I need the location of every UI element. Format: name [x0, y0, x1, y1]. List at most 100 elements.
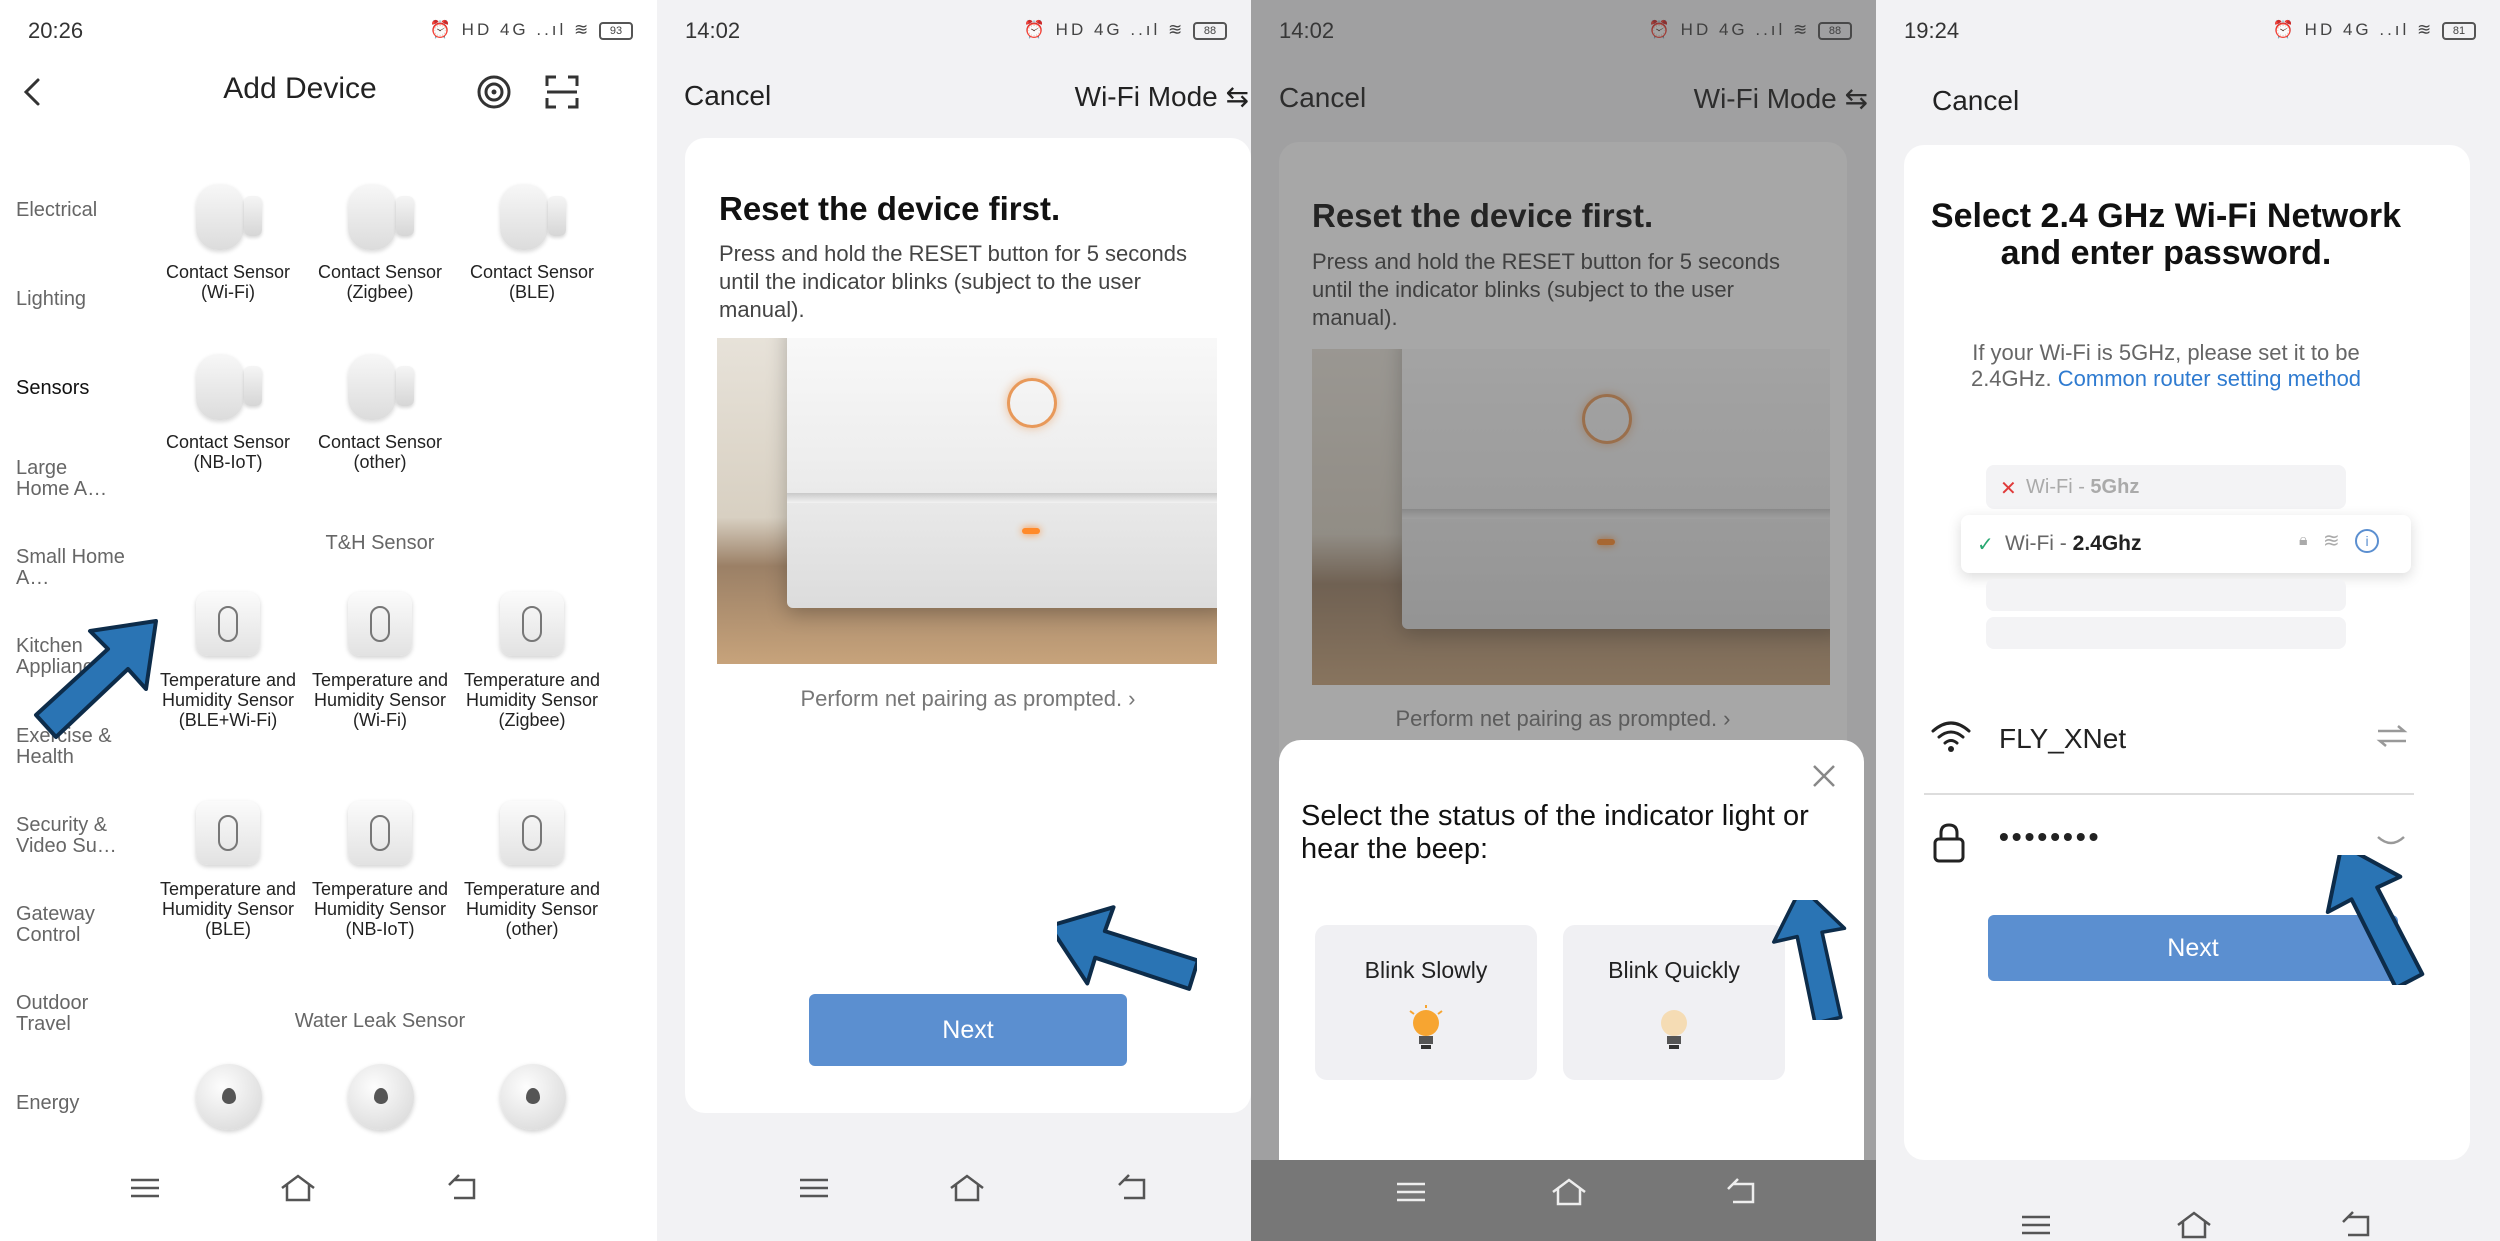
back-nav-icon[interactable] — [442, 1168, 482, 1208]
status-bar: 14:02 ⏰ HD 4G ..ıl ≋ 88 — [657, 0, 1251, 60]
home-icon[interactable] — [2174, 1205, 2214, 1241]
home-icon[interactable] — [278, 1168, 318, 1208]
lock-icon — [1933, 823, 1965, 863]
eye-closed-icon[interactable] — [2376, 833, 2406, 849]
status-icon-text: ⏰ HD 4G ..ıl ≋ — [2272, 20, 2435, 39]
sidebar-item-energy[interactable]: Energy — [16, 1093, 156, 1114]
device-label: Contact Sensor (other) — [317, 432, 443, 472]
card-description: If your Wi-Fi is 5GHz, please set it to … — [1936, 340, 2396, 392]
back-nav-icon[interactable] — [2336, 1205, 2376, 1241]
device-tile[interactable]: Temperature and Humidity Sensor (other) — [462, 797, 602, 939]
device-tile[interactable] — [310, 1060, 450, 1136]
device-tile[interactable]: Temperature and Humidity Sensor (Wi-Fi) — [310, 588, 450, 730]
blink-slowly-option[interactable]: Blink Slowly — [1315, 925, 1537, 1080]
device-label: Temperature and Humidity Sensor (other) — [463, 879, 601, 939]
section-header-water-leak: Water Leak Sensor — [294, 1010, 466, 1032]
menu-icon[interactable] — [125, 1168, 165, 1208]
home-icon[interactable] — [947, 1168, 987, 1208]
sidebar-item-lighting[interactable]: Lighting — [16, 289, 156, 310]
status-bar: 19:24 ⏰ HD 4G ..ıl ≋ 81 — [1876, 0, 2500, 60]
router-setting-link[interactable]: Common router setting method — [2058, 366, 2361, 391]
thermometer-icon — [342, 797, 418, 873]
network-prefix: Wi-Fi - — [2005, 532, 2073, 555]
contact-sensor-icon — [190, 350, 266, 426]
sidebar-item-sensors[interactable]: Sensors — [16, 378, 156, 399]
network-row-24ghz: ✓ Wi-Fi - 2.4Ghz 🔒︎ ≋ i — [1961, 515, 2411, 573]
wifi-ssid-field[interactable]: FLY_XNet — [1924, 705, 2414, 795]
device-label: Temperature and Humidity Sensor (BLE) — [159, 879, 297, 939]
switch-network-icon[interactable] — [2374, 721, 2410, 751]
auto-scan-icon[interactable] — [474, 72, 514, 112]
menu-icon[interactable] — [2016, 1205, 2056, 1241]
cross-icon: ✕ — [2000, 478, 2017, 500]
device-label: Temperature and Humidity Sensor (Zigbee) — [463, 670, 601, 730]
device-tile[interactable]: Temperature and Humidity Sensor (NB-IoT) — [310, 797, 450, 939]
sidebar-item-electrical[interactable]: Electrical — [16, 200, 156, 221]
card-description: Press and hold the RESET button for 5 se… — [719, 241, 1187, 322]
device-label: Temperature and Humidity Sensor (NB-IoT) — [311, 879, 449, 939]
thermometer-icon — [342, 588, 418, 664]
nav-bar — [657, 1150, 1251, 1230]
sidebar-item-security[interactable]: Security & Video Su… — [16, 815, 136, 857]
add-device-screen: 20:26 ⏰ HD 4G ..ıl ≋ 93 Add Device Elect… — [0, 0, 657, 1241]
back-nav-icon[interactable] — [1112, 1168, 1152, 1208]
annotation-arrow-icon — [1771, 900, 1847, 1020]
thermometer-icon — [494, 797, 570, 873]
reset-device-screen: 14:02 ⏰ HD 4G ..ıl ≋ 88 Cancel Wi-Fi Mod… — [657, 0, 1251, 1241]
menu-icon[interactable] — [794, 1168, 834, 1208]
status-time: 19:24 — [1904, 18, 1960, 43]
battery-icon: 88 — [1193, 21, 1227, 40]
nav-bar — [1251, 1160, 1876, 1241]
device-tile[interactable]: Contact Sensor (Wi-Fi) — [158, 180, 298, 302]
status-icon-text: ⏰ HD 4G ..ıl ≋ — [1023, 20, 1186, 39]
device-label: Temperature and Humidity Sensor (Wi-Fi) — [311, 670, 449, 730]
device-tile[interactable]: Temperature and Humidity Sensor (BLE) — [158, 797, 298, 939]
close-icon[interactable] — [1806, 758, 1842, 794]
card-heading: Select 2.4 GHz Wi-Fi Network and enter p… — [1930, 197, 2402, 272]
sidebar-item-gateway[interactable]: Gateway Control — [16, 904, 126, 946]
qr-scan-icon[interactable] — [542, 72, 582, 112]
contact-sensor-icon — [342, 180, 418, 256]
battery-icon: 81 — [2442, 21, 2476, 40]
network-illustration: ✕ Wi-Fi - 5Ghz ✓ Wi-Fi - 2.4Ghz 🔒︎ ≋ i — [1961, 465, 2411, 665]
lock-icon: 🔒︎ — [2299, 532, 2308, 549]
battery-icon: 93 — [599, 21, 633, 40]
menu-icon[interactable] — [1391, 1172, 1431, 1212]
info-icon: i — [2355, 529, 2379, 553]
device-tile[interactable] — [462, 1060, 602, 1136]
network-row-placeholder — [1986, 617, 2346, 649]
device-tile[interactable]: Contact Sensor (BLE) — [462, 180, 602, 302]
device-tile[interactable]: Contact Sensor (other) — [310, 350, 450, 472]
device-tile[interactable]: Contact Sensor (NB-IoT) — [158, 350, 298, 472]
sidebar-item-small-home[interactable]: Small Home A… — [16, 547, 126, 589]
pairing-hint-link[interactable]: Perform net pairing as prompted. › — [685, 686, 1251, 712]
network-band: 5Ghz — [2090, 476, 2140, 498]
wifi-mode-button[interactable]: Wi-Fi Mode ⇆ — [1075, 80, 1249, 113]
bulb-dim-icon — [1661, 1010, 1687, 1049]
back-nav-icon[interactable] — [1721, 1172, 1761, 1212]
sidebar-item-large-home[interactable]: Large Home A… — [16, 458, 126, 500]
sheet-question: Select the status of the indicator light… — [1301, 800, 1809, 865]
contact-sensor-icon — [190, 180, 266, 256]
thermometer-icon — [190, 797, 266, 873]
network-row-placeholder — [1986, 579, 2346, 611]
bulb-lit-icon — [1409, 1005, 1443, 1049]
status-icon-text: ⏰ HD 4G ..ıl ≋ — [429, 20, 592, 39]
device-tile[interactable] — [158, 1060, 298, 1136]
cancel-button[interactable]: Cancel — [1932, 85, 2019, 117]
water-drop-icon — [190, 1060, 266, 1136]
device-tile[interactable]: Temperature and Humidity Sensor (BLE+Wi-… — [158, 588, 298, 730]
status-bar: 20:26 ⏰ HD 4G ..ıl ≋ 93 — [0, 0, 657, 60]
device-label: Contact Sensor (BLE) — [469, 262, 595, 302]
annotation-arrow-icon — [2325, 855, 2425, 985]
network-band: 2.4Ghz — [2072, 532, 2142, 555]
sidebar-item-outdoor[interactable]: Outdoor Travel — [16, 993, 126, 1035]
device-tile[interactable]: Temperature and Humidity Sensor (Zigbee) — [462, 588, 602, 730]
cancel-button[interactable]: Cancel — [684, 80, 771, 112]
home-icon[interactable] — [1549, 1172, 1589, 1212]
status-time: 14:02 — [685, 18, 741, 43]
wifi-signal-icon: ≋ — [2323, 530, 2340, 552]
network-name: Wi-Fi - 2.4Ghz — [2005, 532, 2142, 556]
device-tile[interactable]: Contact Sensor (Zigbee) — [310, 180, 450, 302]
password-value: •••••••• — [1999, 821, 2102, 852]
